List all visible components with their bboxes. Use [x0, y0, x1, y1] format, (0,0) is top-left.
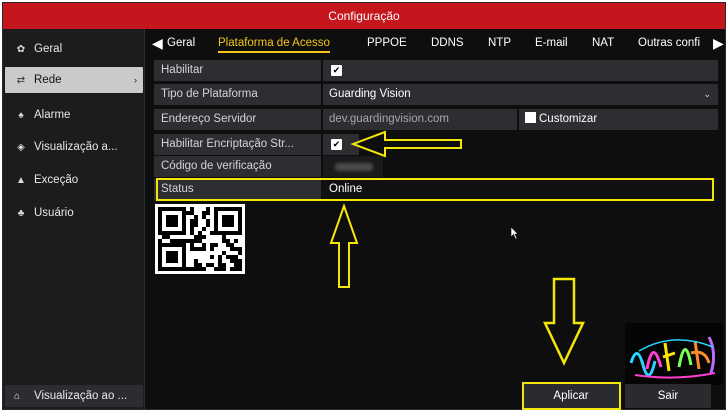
tab-ddns[interactable]: DDNS [431, 37, 464, 49]
sidebar-item-alarme[interactable]: ♠ Alarme [5, 102, 143, 128]
server-address-field[interactable]: dev.guardingvision.com [323, 109, 517, 130]
tab-next-icon[interactable]: ▶ [713, 35, 724, 52]
users-icon: ♣ [17, 207, 25, 219]
exit-button[interactable]: Sair [625, 384, 711, 408]
verification-code-label: Código de verificação [154, 156, 321, 177]
row-platform-type: Tipo de Plataforma Guarding Vision ⌄ [154, 84, 718, 105]
alarm-icon: ♠ [18, 109, 24, 121]
customize-toggle[interactable]: Customizar [519, 109, 718, 130]
tab-bar: ◀ Geral Plataforma de Acesso PPPOE DDNS … [149, 31, 725, 57]
tab-pppoe[interactable]: PPPOE [367, 37, 407, 49]
sidebar-item-label: Geral [34, 43, 63, 55]
qr-code [155, 204, 245, 274]
apply-highlight-box [522, 382, 621, 410]
tab-email[interactable]: E-mail [535, 37, 568, 49]
arrow-down-annotation [543, 277, 585, 366]
sidebar: ✿ Geral ⇄ Rede › ♠ Alarme ◈ Visualização… [3, 29, 145, 409]
row-enable: Habilitar ✔ [154, 60, 718, 81]
sidebar-item-label: Rede [34, 74, 62, 86]
tab-ntp[interactable]: NTP [488, 37, 511, 49]
tab-outras-config[interactable]: Outras confi [638, 37, 700, 49]
gear-icon: ✿ [16, 43, 26, 55]
arrow-up-annotation [329, 202, 359, 288]
window-title: Configuração [3, 3, 725, 29]
sidebar-item-label: Visualização ao ... [34, 390, 128, 402]
platform-type-select[interactable]: Guarding Vision ⌄ [323, 84, 718, 105]
customize-checkbox[interactable] [525, 112, 536, 123]
tab-plataforma-de-acesso[interactable]: Plataforma de Acesso [218, 37, 330, 53]
qr-code-pattern [158, 207, 242, 271]
eye-icon: ◈ [17, 141, 25, 153]
sidebar-item-label: Exceção [34, 174, 79, 186]
row-server-address: Endereço Servidor dev.guardingvision.com… [154, 109, 718, 130]
stream-encryption-cell: ✔ [323, 134, 359, 155]
verification-code-masked [335, 163, 373, 171]
enable-checkbox[interactable]: ✔ [331, 65, 342, 76]
configuration-window: Configuração ✿ Geral ⇄ Rede › ♠ Alarme ◈… [2, 2, 726, 410]
sidebar-item-usuario[interactable]: ♣ Usuário [5, 200, 143, 226]
tab-geral[interactable]: Geral [167, 37, 195, 49]
enable-cell: ✔ [323, 60, 718, 81]
sidebar-item-label: Visualização a... [34, 141, 118, 153]
sidebar-item-live-view[interactable]: ⌂ Visualização ao ... [5, 385, 143, 407]
tab-nat[interactable]: NAT [592, 37, 614, 49]
network-icon: ⇄ [16, 74, 26, 86]
status-highlight-box [156, 178, 714, 201]
sidebar-item-label: Usuário [34, 207, 74, 219]
server-address-label: Endereço Servidor [154, 109, 321, 130]
sidebar-item-visualizacao[interactable]: ◈ Visualização a... [5, 134, 143, 160]
home-icon: ⌂ [14, 390, 21, 402]
enable-label: Habilitar [154, 60, 321, 81]
platform-type-label: Tipo de Plataforma [154, 84, 321, 105]
chevron-down-icon: ⌄ [703, 89, 711, 99]
stream-encryption-label: Habilitar Encriptação Str... [154, 134, 321, 155]
warning-icon: ▲ [16, 174, 26, 186]
platform-type-value: Guarding Vision [329, 88, 411, 100]
row-verification-code: Código de verificação [154, 156, 718, 177]
tab-prev-icon[interactable]: ◀ [152, 35, 163, 52]
row-stream-encryption: Habilitar Encriptação Str... ✔ [154, 134, 718, 155]
sidebar-item-excecao[interactable]: ▲ Exceção [5, 167, 143, 193]
mouse-cursor-icon [511, 227, 519, 239]
chevron-right-icon: › [134, 75, 137, 85]
sidebar-item-label: Alarme [34, 109, 71, 121]
stream-encryption-checkbox[interactable]: ✔ [331, 139, 342, 150]
sidebar-item-geral[interactable]: ✿ Geral [5, 36, 143, 62]
sidebar-item-rede[interactable]: ⇄ Rede › [5, 67, 143, 93]
watermark-logo [625, 323, 723, 385]
logo-graphic [629, 336, 716, 379]
verification-code-field[interactable] [323, 156, 383, 177]
customize-label: Customizar [539, 113, 598, 125]
